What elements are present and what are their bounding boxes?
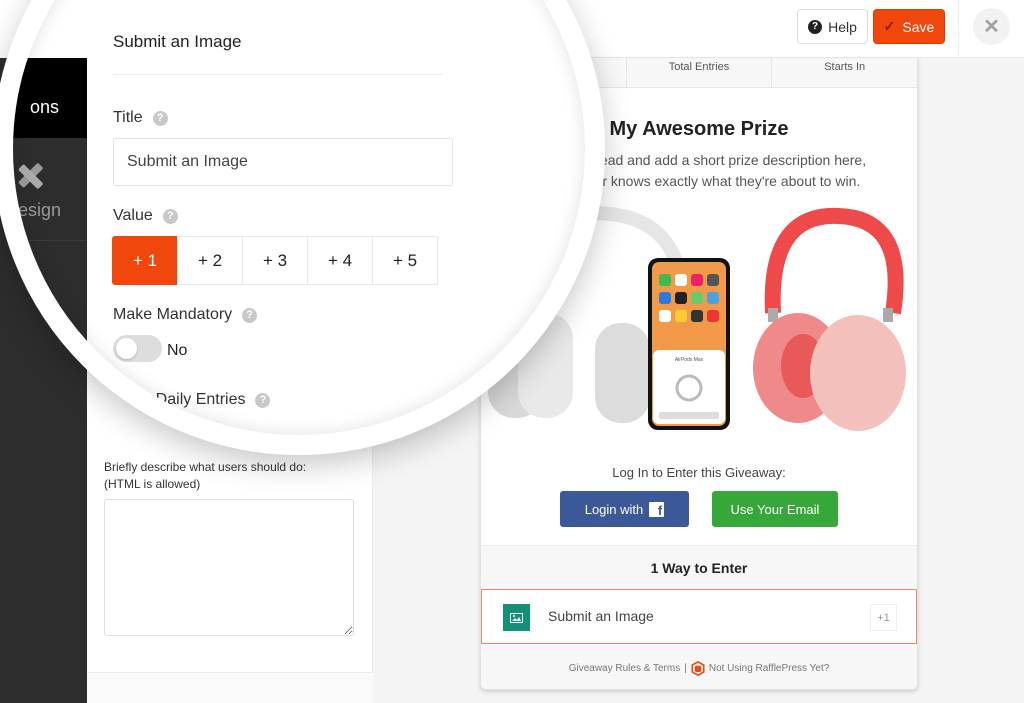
mandatory-state: No <box>167 342 188 359</box>
mandatory-toggle[interactable] <box>113 335 162 362</box>
title-label: Title ? <box>113 109 168 127</box>
app-root: ? Help ✓ Save ✕ Briefly describe what us… <box>0 0 1024 703</box>
divider <box>958 0 959 58</box>
email-login-button[interactable]: Use Your Email <box>712 491 838 527</box>
help-icon[interactable]: ? <box>255 392 271 408</box>
describe-label-line1: Briefly describe what users should do: <box>104 460 307 474</box>
describe-textarea[interactable] <box>104 499 354 636</box>
promo-link[interactable]: Not Using RafflePress Yet? <box>709 663 829 674</box>
close-button[interactable]: ✕ <box>973 8 1010 45</box>
panel-heading: Submit an Image <box>113 32 242 51</box>
facebook-login-label: Login with <box>584 501 644 517</box>
daily-entries-label: Allow Daily Entries ? <box>113 391 271 409</box>
phone: AirPods Max <box>648 258 730 430</box>
magnifier-lens: ons Design ⚙ tings Submit an Image Title <box>0 0 605 455</box>
value-option-1[interactable]: + 1 <box>112 236 178 285</box>
zoomed-sidebar: ons Design ⚙ tings <box>0 58 87 455</box>
mandatory-label-text: Make Mandatory <box>113 306 233 323</box>
entry-label: Submit an Image <box>548 608 654 624</box>
describe-label: Briefly describe what users should do: (… <box>104 459 354 493</box>
help-label: Help <box>828 18 857 35</box>
gear-icon: ⚙ <box>14 261 43 297</box>
help-icon[interactable]: ? <box>152 110 168 126</box>
entry-submit-image[interactable]: Submit an Image +1 <box>481 589 917 644</box>
sidebar-item-design-label: Design <box>5 200 62 220</box>
sidebar-item-actions[interactable]: ons <box>0 58 87 138</box>
phone-caption: AirPods Max <box>675 357 704 363</box>
pink-headphones <box>753 207 906 431</box>
divider <box>113 74 443 75</box>
check-icon: ✓ <box>883 18 896 34</box>
value-label: Value ? <box>113 207 178 225</box>
facebook-icon: f <box>649 501 665 517</box>
help-icon[interactable]: ? <box>162 208 178 224</box>
save-button[interactable]: ✓ Save <box>873 9 945 44</box>
value-option-2[interactable]: + 2 <box>177 236 243 285</box>
magnifier-content: ons Design ⚙ tings Submit an Image Title <box>0 0 605 455</box>
sidebar-item-settings-label: tings <box>18 308 57 328</box>
title-input[interactable] <box>113 138 453 186</box>
mandatory-label: Make Mandatory ? <box>113 306 258 324</box>
value-label-text: Value <box>113 207 153 224</box>
value-option-3[interactable]: + 3 <box>242 236 308 285</box>
value-option-5[interactable]: + 5 <box>372 236 438 285</box>
value-selector: + 1 + 2 + 3 + 4 + 5 <box>112 236 438 285</box>
panel-footer <box>87 672 373 703</box>
close-icon: ✕ <box>983 16 1000 38</box>
title-label-text: Title <box>113 109 143 126</box>
help-button[interactable]: ? Help <box>797 9 868 44</box>
daily-entries-label-text: Allow Daily Entries <box>113 391 246 408</box>
ways-title: 1 Way to Enter <box>650 560 748 576</box>
help-icon: ? <box>808 19 823 34</box>
save-label: Save <box>902 18 935 35</box>
facebook-login-button[interactable]: Login with f <box>560 491 689 527</box>
describe-label-line2: (HTML is allowed) <box>104 477 201 491</box>
stat-total-entries: Total Entries <box>627 58 773 87</box>
image-icon <box>503 604 530 631</box>
toggle-knob <box>116 338 137 359</box>
value-option-4[interactable]: + 4 <box>307 236 373 285</box>
sidebar-item-design[interactable]: Design <box>0 138 87 241</box>
sidebar-item-settings[interactable]: ⚙ tings <box>0 242 87 345</box>
entry-value: +1 <box>870 604 897 631</box>
sidebar-item-actions-label: ons <box>30 97 60 117</box>
rafflepress-mini-logo-icon <box>691 661 705 676</box>
rules-link[interactable]: Giveaway Rules & Terms <box>569 663 681 674</box>
stat-starts-in: Starts In <box>824 61 866 73</box>
login-label: Log In to Enter this Giveaway: <box>612 465 786 480</box>
help-icon[interactable]: ? <box>242 307 258 323</box>
pencil-ruler-icon <box>18 163 43 189</box>
footer-separator: | <box>684 663 687 674</box>
preview-footer: Giveaway Rules & Terms | Not Using Raffl… <box>481 661 917 676</box>
